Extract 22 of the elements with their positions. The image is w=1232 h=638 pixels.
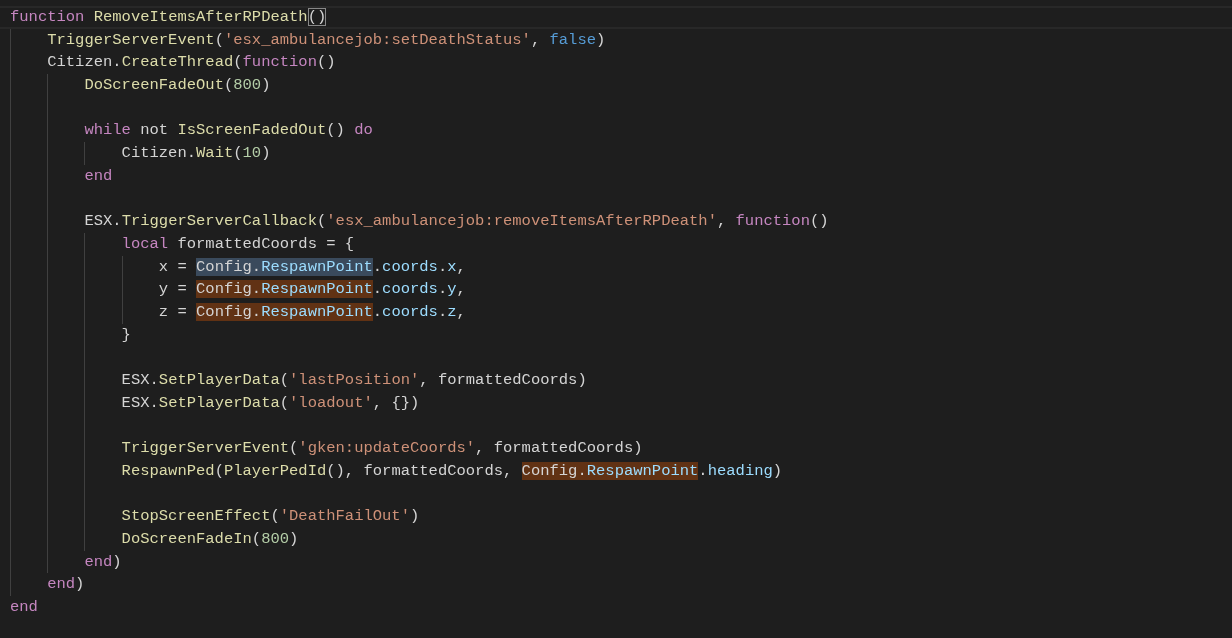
code-line: DoScreenFadeIn(800) bbox=[121, 528, 300, 550]
code-line: } bbox=[121, 324, 132, 346]
code-line: DoScreenFadeOut(800) bbox=[84, 75, 272, 97]
code-line: Citizen.CreateThread(function() bbox=[47, 52, 337, 74]
code-line: function RemoveItemsAfterRPDeath() bbox=[0, 6, 1232, 29]
code-line: end) bbox=[84, 551, 123, 573]
code-line: local formattedCoords = { bbox=[121, 233, 356, 255]
code-line: end bbox=[9, 596, 39, 618]
code-line: TriggerServerEvent('esx_ambulancejob:setDeathStatus', false) bbox=[47, 29, 607, 51]
code-line: Citizen.Wait(10) bbox=[121, 143, 272, 165]
code-line: while not IsScreenFadedOut() do bbox=[84, 120, 374, 142]
code-line: RespawnPed(PlayerPedId(), formattedCoords, Config.RespawnPoint.heading) bbox=[121, 460, 784, 482]
code-line: end) bbox=[47, 574, 86, 596]
code-line: z = Config.RespawnPoint.coords.z, bbox=[158, 301, 467, 323]
code-line: end bbox=[84, 165, 114, 187]
code-line: ESX.SetPlayerData('lastPosition', formattedCoords) bbox=[121, 370, 588, 391]
code-line: x = Config.RespawnPoint.coords.x, bbox=[158, 256, 467, 278]
code-line: StopScreenEffect('DeathFailOut') bbox=[121, 506, 421, 528]
code-line: TriggerServerEvent('gken:updateCoords', formattedCoords) bbox=[121, 438, 644, 460]
code-line: y = Config.RespawnPoint.coords.y, bbox=[158, 279, 467, 301]
code-line: ESX.TriggerServerCallback('esx_ambulancejob:removeItemsAfterRPDeath', function() bbox=[84, 211, 830, 233]
code-line: ESX.SetPlayerData('loadout', {}) bbox=[121, 392, 421, 414]
